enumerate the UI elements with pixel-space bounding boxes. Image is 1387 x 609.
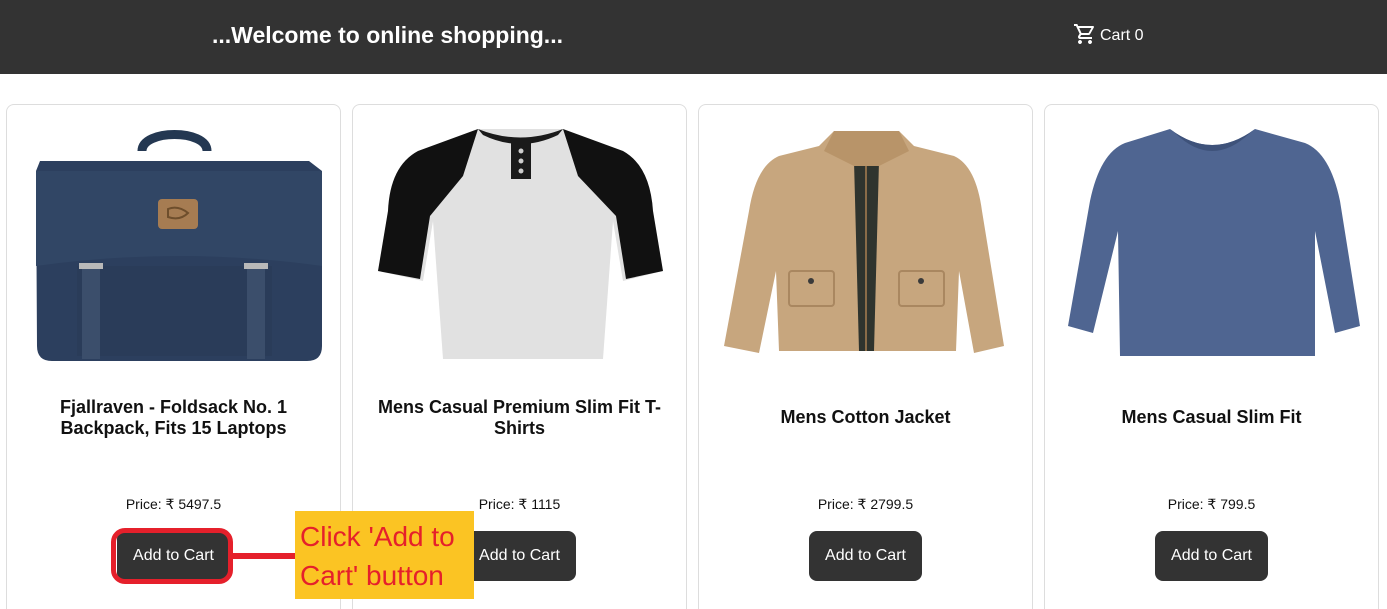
product-title: Mens Cotton Jacket (780, 407, 951, 427)
backpack-image (22, 121, 327, 376)
cart-label: Cart 0 (1100, 27, 1144, 44)
page-title: ...Welcome to online shopping... (212, 22, 563, 48)
product-price: Price: ₹ 5497.5 (125, 496, 222, 512)
product-title: Mens Casual Slim Fit (1121, 407, 1302, 427)
site-header: ...Welcome to online shopping... Cart 0 (0, 0, 1387, 74)
callout-connector (232, 553, 296, 559)
product-price: Price: ₹ 799.5 (1167, 496, 1256, 512)
add-to-cart-button[interactable]: Add to Cart (1155, 531, 1268, 581)
product-card: Mens Cotton Jacket Price: ₹ 2799.5 Add t… (698, 104, 1033, 609)
add-to-cart-button[interactable]: Add to Cart (809, 531, 922, 581)
instruction-callout: Click 'Add to Cart' button (295, 511, 474, 599)
raglan-tshirt-image (368, 121, 673, 376)
cart-icon (1073, 22, 1097, 51)
add-to-cart-button[interactable]: Add to Cart (463, 531, 576, 581)
jacket-image (714, 121, 1019, 376)
product-title: Mens Casual Premium Slim Fit T-Shirts (377, 397, 662, 438)
product-card: Mens Casual Slim Fit Price: ₹ 799.5 Add … (1044, 104, 1379, 609)
highlight-ring (111, 528, 233, 584)
longsleeve-shirt-image (1060, 121, 1365, 376)
product-title: Fjallraven - Foldsack No. 1 Backpack, Fi… (59, 397, 288, 438)
product-price: Price: ₹ 2799.5 (817, 496, 914, 512)
cart-link[interactable]: Cart 0 (1073, 22, 1144, 51)
